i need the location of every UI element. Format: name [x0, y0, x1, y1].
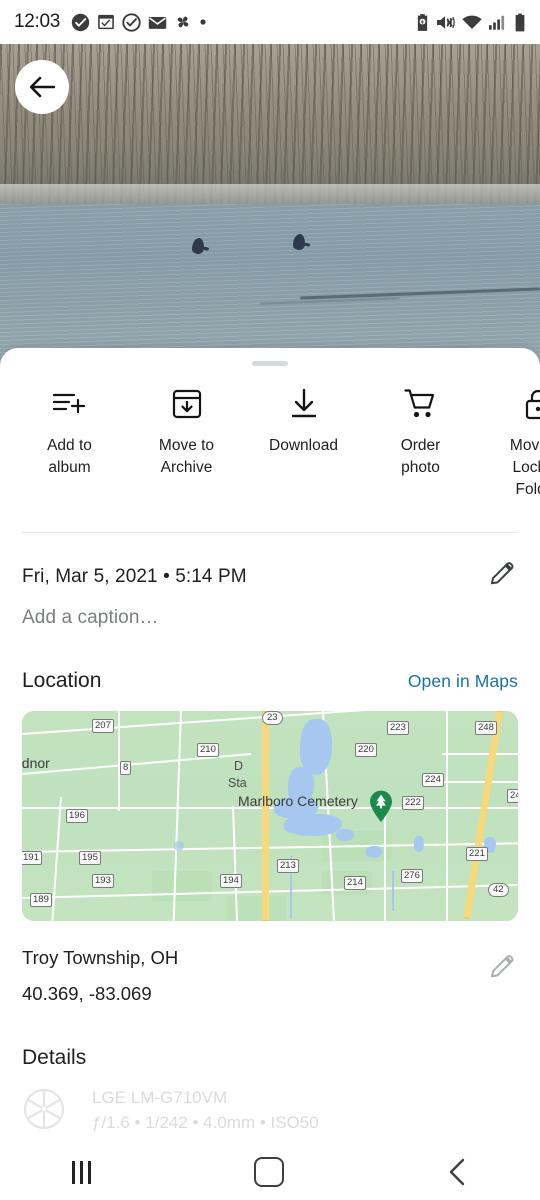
- map-route-shield: 196: [66, 809, 88, 823]
- photo-details-screen: 12:03 Add to album Move to Archive Downl…: [0, 0, 540, 1200]
- action-download[interactable]: Download: [245, 386, 362, 457]
- map-water: [174, 841, 184, 851]
- details-heading: Details: [22, 1046, 87, 1069]
- photo-bird: [293, 234, 305, 250]
- date-caption-block: Fri, Mar 5, 2021 • 5:14 PM Add a caption…: [0, 533, 540, 629]
- place-block: Troy Township, OH 40.369, -83.069: [0, 921, 540, 1005]
- edit-date-button[interactable]: [488, 560, 518, 595]
- lock-icon: [523, 386, 540, 422]
- map-route-shield: 189: [30, 893, 52, 907]
- details-bottom-sheet: Add to album Move to Archive Download Or…: [0, 348, 540, 1200]
- edit-location-button[interactable]: [488, 953, 518, 988]
- map-route-shield: 276: [401, 869, 423, 883]
- battery-icon: [515, 13, 525, 31]
- arrow-left-icon: [29, 76, 55, 98]
- wifi-icon: [462, 15, 482, 29]
- action-move-to-locked-folder[interactable]: Move toLockedFolder: [479, 386, 540, 501]
- photo-treeline: [0, 44, 540, 204]
- location-header: Location Open in Maps: [0, 629, 540, 693]
- open-in-maps-link[interactable]: Open in Maps: [408, 671, 518, 692]
- action-row: Add to album Move to Archive Download Or…: [0, 366, 540, 526]
- exif-summary: ƒ/1.6 • 1/242 • 4.0mm • ISO50: [92, 1113, 319, 1132]
- dot-icon: [200, 19, 206, 25]
- map-route-shield: 207: [92, 719, 114, 733]
- status-bar-left: 12:03: [14, 11, 207, 33]
- add-to-album-icon: [52, 386, 87, 422]
- map-route-shield: 223: [387, 721, 409, 735]
- action-label: Add to album: [47, 437, 92, 476]
- photo-bird: [192, 238, 204, 254]
- map-route-shield: 213: [277, 859, 299, 873]
- action-label: Order photo: [400, 437, 441, 476]
- action-label: Move to Archive: [158, 437, 215, 476]
- action-label: Download: [269, 437, 338, 454]
- status-bar: 12:03: [0, 0, 540, 44]
- map-route-shield: 224: [422, 773, 444, 787]
- status-bar-right: [416, 13, 526, 32]
- aperture-icon: [22, 1087, 66, 1136]
- map-road: [442, 753, 518, 755]
- map-route-shield: 210: [197, 743, 219, 757]
- map-route-shield: 214: [344, 876, 366, 890]
- map-park-pin: [368, 789, 394, 823]
- status-bar-clock: 12:03: [14, 11, 61, 32]
- photo-water: [0, 204, 540, 366]
- map-route-shield: 221: [466, 847, 488, 861]
- map-route-shield: 194: [220, 874, 242, 888]
- map-route-shield: 23: [262, 711, 283, 725]
- map-road: [442, 781, 518, 783]
- map-road: [384, 807, 386, 921]
- action-move-to-archive[interactable]: Move to Archive: [128, 386, 245, 479]
- battery-alert-icon: [417, 13, 428, 31]
- details-row: LGE LM-G710VM ƒ/1.6 • 1/242 • 4.0mm • IS…: [0, 1070, 540, 1136]
- map-route-shield: 242: [507, 789, 518, 803]
- map-route-shield: 222: [402, 796, 424, 810]
- location-heading: Location: [22, 669, 102, 692]
- map-route-shield: 42: [488, 883, 509, 897]
- action-order-photo[interactable]: Order photo: [362, 386, 479, 479]
- action-add-to-album[interactable]: Add to album: [11, 386, 128, 479]
- shopping-cart-icon: [403, 386, 438, 422]
- map-place-label: adnor: [22, 755, 50, 771]
- signal-icon: [489, 15, 505, 30]
- place-name: Troy Township, OH: [22, 947, 179, 968]
- map-road: [446, 711, 448, 921]
- camera-model: LGE LM-G710VM: [92, 1088, 228, 1107]
- map-water: [414, 836, 424, 852]
- pinwheel-icon: [177, 16, 189, 28]
- map-place-label: D: [234, 759, 244, 773]
- calendar-check-icon: [98, 14, 114, 30]
- map-stream: [392, 871, 394, 911]
- map-water: [336, 829, 354, 841]
- envelope-icon: [148, 16, 167, 29]
- map-route-shield: 193: [92, 874, 114, 888]
- archive-icon: [171, 386, 203, 422]
- map-place-label: Sta: [228, 776, 247, 790]
- location-map[interactable]: 207 23 223 248 210 220 8 224 242 222 196…: [22, 711, 518, 921]
- pencil-icon: [490, 955, 514, 978]
- map-route-shield: 220: [355, 743, 377, 757]
- map-highway: [262, 711, 269, 921]
- download-icon: [289, 386, 319, 422]
- caption-input[interactable]: Add a caption…: [22, 607, 518, 629]
- check-circle-icon: [71, 13, 90, 31]
- map-route-shield: 191: [22, 851, 42, 865]
- action-label: Move toLockedFolder: [509, 437, 540, 498]
- place-coordinates: 40.369, -83.069: [22, 983, 152, 1004]
- back-button[interactable]: [15, 60, 69, 114]
- photo-image[interactable]: [0, 44, 540, 366]
- map-route-shield: 248: [475, 721, 497, 735]
- pencil-icon: [490, 562, 514, 585]
- map-place-label: Marlboro Cemetery: [238, 793, 358, 809]
- map-field: [152, 871, 212, 901]
- mute-vibrate-icon: [437, 15, 455, 29]
- map-route-shield: 195: [79, 851, 101, 865]
- map-water: [366, 846, 382, 858]
- check-circle-icon: [122, 12, 141, 32]
- photo-date: Fri, Mar 5, 2021 • 5:14 PM: [22, 566, 247, 587]
- map-route-shield: 8: [120, 761, 132, 775]
- map-water: [284, 814, 342, 836]
